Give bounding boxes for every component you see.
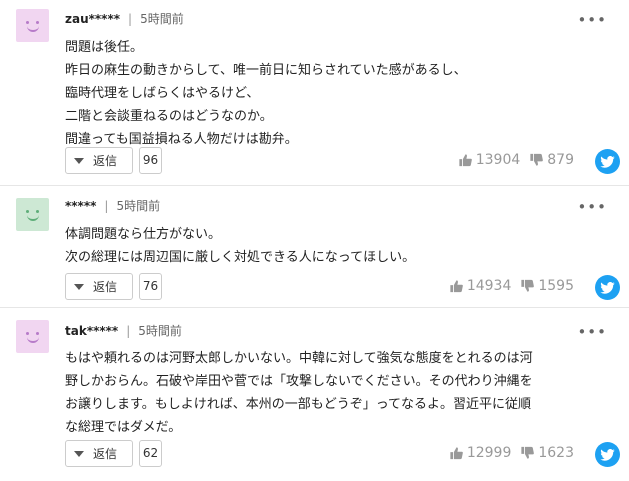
dislike-button[interactable]: 1595 [520, 278, 574, 294]
caret-down-icon [74, 157, 84, 164]
like-count: 12999 [466, 445, 512, 461]
comment-line: 臨時代理をしばらくはやるけど、 [65, 86, 260, 101]
comment-line: 野しかおらん。石破や岸田や菅では「攻撃しないでください。その代わり沖縄を [65, 374, 533, 389]
vote-group: 14934 1595 [449, 278, 574, 294]
more-options-icon[interactable]: ••• [577, 13, 607, 28]
reply-count: 96 [139, 147, 162, 174]
more-options-icon[interactable]: ••• [577, 200, 607, 215]
reply-label: 返信 [93, 447, 118, 461]
thumbs-up-icon [450, 280, 463, 293]
comment-item: ***** | 5時間前 ••• 体調問題なら仕方がない。 次の総理には周辺国に厳し… [0, 186, 629, 308]
thumbs-up-icon [459, 154, 472, 167]
reply-button[interactable]: 返信 [65, 440, 133, 467]
twitter-share-button[interactable] [595, 275, 620, 300]
username[interactable]: tak***** [65, 324, 118, 338]
reply-button[interactable]: 返信 [65, 147, 133, 174]
dislike-count: 1595 [538, 278, 574, 294]
timestamp: 5時間前 [140, 12, 184, 26]
comment-line: 昨日の麻生の動きからして、唯一前日に知らされていた感があるし、 [65, 63, 467, 78]
avatar [16, 9, 49, 42]
twitter-icon [600, 155, 615, 168]
more-options-icon[interactable]: ••• [577, 325, 607, 340]
twitter-share-button[interactable] [595, 149, 620, 174]
twitter-icon [600, 448, 615, 461]
comment-text: 問題は後任。 昨日の麻生の動きからして、唯一前日に知らされていた感があるし、 臨… [65, 36, 467, 151]
timestamp: 5時間前 [116, 199, 161, 213]
comment-line: もはや頼れるのは河野太郎しかいない。中韓に対して強気な態度をとれるのは河 [65, 351, 533, 366]
comment-text: もはや頼れるのは河野太郎しかいない。中韓に対して強気な態度をとれるのは河 野しか… [65, 347, 533, 439]
username[interactable]: ***** [65, 199, 96, 213]
thumbs-down-icon [521, 279, 535, 292]
twitter-icon [600, 281, 615, 294]
avatar [16, 320, 49, 353]
dislike-count: 1623 [538, 445, 574, 461]
dislike-button[interactable]: 1623 [520, 445, 574, 461]
comment-meta: ***** | 5時間前 [65, 199, 161, 213]
username[interactable]: zau***** [65, 12, 120, 26]
vote-group: 13904 879 [458, 152, 574, 168]
reply-count: 62 [139, 440, 162, 467]
dislike-button[interactable]: 879 [529, 152, 574, 168]
comment-line: な総理ではダメだ。 [65, 420, 182, 435]
vote-group: 12999 1623 [449, 445, 574, 461]
reply-count: 76 [139, 273, 162, 300]
like-count: 13904 [475, 152, 521, 168]
thumbs-down-icon [521, 446, 535, 459]
comment-line: お譲りします。もしよければ、本州の一部もどうぞ」ってなるよ。習近平に従順 [65, 397, 532, 412]
reply-label: 返信 [93, 154, 118, 168]
reply-button[interactable]: 返信 [65, 273, 133, 300]
like-button[interactable]: 12999 [449, 445, 512, 461]
timestamp: 5時間前 [138, 324, 182, 338]
comment-line: 問題は後任。 [65, 40, 144, 55]
dislike-count: 879 [547, 152, 574, 168]
comment-meta: zau***** | 5時間前 [65, 12, 184, 26]
comment-line: 二階と会談重ねるのはどうなのか。 [65, 109, 273, 124]
comment-line: 次の総理には周辺国に厳しく対処できる人になってほしい。 [65, 250, 416, 265]
thumbs-down-icon [530, 153, 544, 166]
like-button[interactable]: 13904 [458, 152, 521, 168]
thumbs-up-icon [450, 447, 463, 460]
like-button[interactable]: 14934 [449, 278, 512, 294]
comment-item: zau***** | 5時間前 ••• 問題は後任。 昨日の麻生の動きからして、唯一… [0, 0, 629, 186]
comment-line: 体調問題なら仕方がない。 [65, 227, 222, 242]
twitter-share-button[interactable] [595, 442, 620, 467]
comment-text: 体調問題なら仕方がない。 次の総理には周辺国に厳しく対処できる人になってほしい。 [65, 223, 415, 269]
comment-meta: tak***** | 5時間前 [65, 324, 182, 338]
caret-down-icon [74, 283, 84, 290]
like-count: 14934 [466, 278, 512, 294]
comment-item: tak***** | 5時間前 ••• もはや頼れるのは河野太郎しかいない。中韓に対… [0, 308, 629, 481]
avatar [16, 198, 49, 231]
caret-down-icon [74, 450, 84, 457]
reply-label: 返信 [93, 280, 118, 294]
